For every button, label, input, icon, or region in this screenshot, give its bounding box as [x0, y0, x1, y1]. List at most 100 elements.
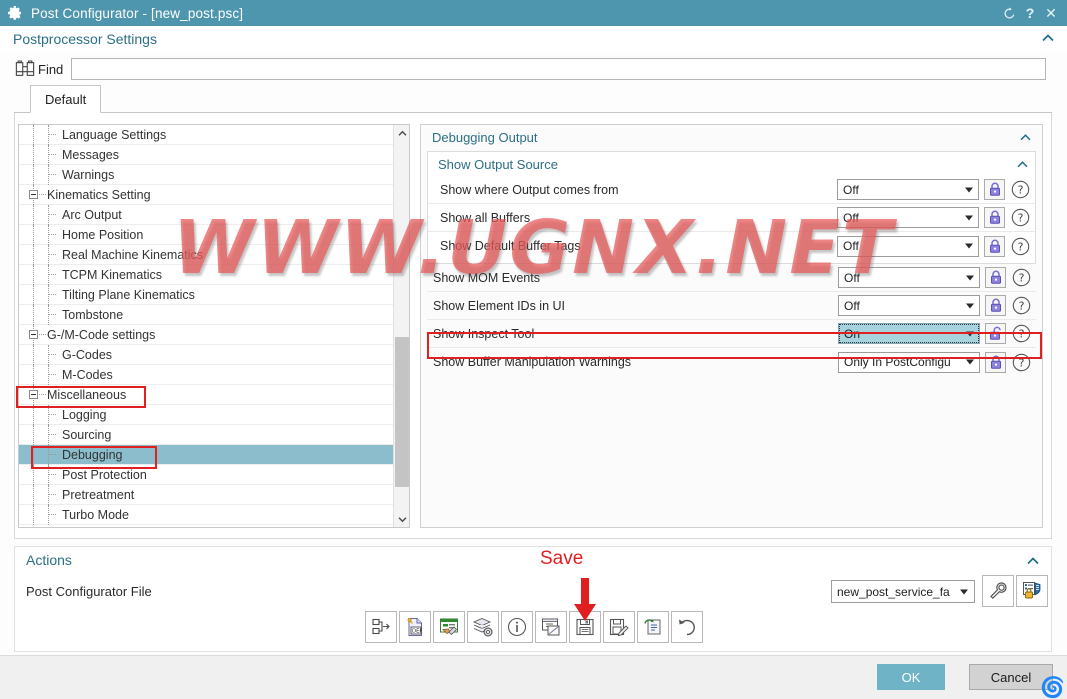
chevron-up-icon[interactable] — [1041, 30, 1055, 48]
tree-collapse-icon[interactable] — [29, 330, 38, 339]
tree-elbow — [49, 134, 56, 135]
post-file-select[interactable]: new_post_service_fa — [831, 580, 975, 603]
actions-chevron-up-icon[interactable] — [1026, 553, 1040, 571]
tree-elbow — [49, 474, 56, 475]
copy-edit-icon[interactable] — [535, 611, 567, 643]
tree-collapse-icon[interactable] — [29, 390, 38, 399]
tree-item-label: Logging — [62, 407, 107, 422]
protection-icon[interactable] — [1016, 575, 1048, 607]
tree-item-language-settings[interactable]: Language Settings — [19, 125, 394, 145]
actions-title: Actions — [26, 552, 72, 568]
help-circle-icon[interactable]: ? — [1010, 207, 1031, 228]
tree-item-arc-output[interactable]: Arc Output — [19, 205, 394, 225]
scroll-up-icon[interactable] — [394, 125, 409, 141]
option-label: Show all Buffers — [440, 210, 531, 225]
tree-guide-line — [33, 365, 34, 385]
tree-item-tombstone[interactable]: Tombstone — [19, 305, 394, 325]
tree-guide-line — [48, 425, 49, 445]
option-select-show-element-ids-in-ui[interactable]: Off — [838, 295, 980, 316]
option-select-show-inspect-tool[interactable]: On — [838, 323, 980, 344]
panel-chevron-up-icon[interactable] — [1019, 130, 1032, 145]
tree-item-debugging[interactable]: Debugging — [19, 445, 394, 465]
tree-item-real-machine-kinematics[interactable]: Real Machine Kinematics — [19, 245, 394, 265]
help-circle-icon[interactable]: ? — [1011, 352, 1032, 373]
help-circle-icon[interactable]: ? — [1010, 179, 1031, 200]
tree-item-sourcing[interactable]: Sourcing — [19, 425, 394, 445]
option-select-value: On — [844, 326, 861, 341]
option-select-show-where-output-comes-from[interactable]: Off — [837, 179, 979, 200]
lock-closed-icon[interactable] — [985, 267, 1006, 288]
tab-strip: Default — [14, 85, 1052, 113]
tree-item-g-codes[interactable]: G-Codes — [19, 345, 394, 365]
option-select-show-default-buffer-tags[interactable]: Off — [837, 235, 979, 257]
scroll-down-icon[interactable] — [394, 511, 409, 527]
def-file-icon[interactable]: DEF — [399, 611, 431, 643]
wrench-icon[interactable] — [982, 575, 1014, 607]
tree-guide-line — [33, 305, 34, 325]
option-label: Show where Output comes from — [440, 182, 619, 197]
ok-button[interactable]: OK — [877, 664, 945, 690]
help-circle-icon[interactable]: ? — [1011, 267, 1032, 288]
tree-item-tcpm-kinematics[interactable]: TCPM Kinematics — [19, 265, 394, 285]
option-select-value: Off — [844, 298, 860, 313]
tree-item-g-m-code-settings[interactable]: G-/M-Code settings — [19, 325, 394, 345]
close-icon[interactable]: ✕ — [1041, 2, 1061, 24]
find-input[interactable] — [71, 58, 1047, 80]
show-output-source-group: Show Output Source Show where Output com… — [427, 151, 1036, 264]
tree-collapse-icon[interactable] — [29, 190, 38, 199]
actions-subtitle: Post Configurator File — [26, 584, 152, 599]
option-row-show-buffer-manipulation-warnings: Show Buffer Manipulation Warnings Only In… — [427, 348, 1036, 376]
tree-item-kinematics-setting[interactable]: Kinematics Setting — [19, 185, 394, 205]
tree-guide-line — [48, 265, 49, 285]
option-label: Show Inspect Tool — [433, 326, 535, 341]
post-configurator-window: Post Configurator - [new_post.psc] ? ✕ P… — [0, 0, 1067, 699]
option-select-show-mom-events[interactable]: Off — [838, 267, 980, 288]
edit-ui-icon[interactable] — [433, 611, 465, 643]
tree-item-miscellaneous[interactable]: Miscellaneous — [19, 385, 394, 405]
undo-icon[interactable] — [671, 611, 703, 643]
help-circle-icon[interactable]: ? — [1011, 295, 1032, 316]
lock-closed-icon[interactable] — [984, 207, 1005, 228]
scrollbar-thumb[interactable] — [395, 337, 409, 487]
option-label: Show MOM Events — [433, 270, 540, 285]
info-icon[interactable] — [501, 611, 533, 643]
tree-item-m-codes[interactable]: M-Codes — [19, 365, 394, 385]
tree-item-messages[interactable]: Messages — [19, 145, 394, 165]
help-icon[interactable]: ? — [1020, 2, 1040, 24]
tree-item-post-protection[interactable]: Post Protection — [19, 465, 394, 485]
tree-guide-line — [48, 285, 49, 305]
chevron-down-icon — [966, 331, 974, 336]
option-select-show-buffer-manipulation-warnings[interactable]: Only In PostConfigu — [838, 351, 980, 373]
export-structure-icon[interactable] — [365, 611, 397, 643]
tree-item-pretreatment[interactable]: Pretreatment — [19, 485, 394, 505]
reset-icon[interactable] — [999, 2, 1019, 24]
tree-item-home-position[interactable]: Home Position — [19, 225, 394, 245]
lock-closed-icon[interactable] — [985, 295, 1006, 316]
tree-item-label: Turbo Mode — [62, 507, 129, 522]
binoculars-icon — [15, 60, 35, 76]
option-row-show-default-buffer-tags: Show Default Buffer Tags Off? — [428, 232, 1035, 260]
tree-guide-line — [33, 265, 34, 285]
option-select-value: Off — [843, 182, 859, 197]
tab-default[interactable]: Default — [30, 85, 102, 113]
reload-file-icon[interactable] — [637, 611, 669, 643]
settings-tree[interactable]: Language Settings Messages Warnings Kinemat… — [18, 124, 410, 528]
lock-closed-icon[interactable] — [984, 235, 1005, 257]
chevron-down-icon — [965, 215, 973, 220]
tree-item-logging[interactable]: Logging — [19, 405, 394, 425]
tree-item-turbo-mode[interactable]: Turbo Mode — [19, 505, 394, 525]
save-as-icon[interactable] — [603, 611, 635, 643]
lock-open-icon[interactable] — [985, 323, 1006, 344]
tree-item-label: Warnings — [62, 167, 115, 182]
lock-closed-icon[interactable] — [985, 351, 1006, 373]
tree-scrollbar[interactable] — [393, 125, 409, 527]
tree-item-warnings[interactable]: Warnings — [19, 165, 394, 185]
help-circle-icon[interactable]: ? — [1010, 236, 1031, 257]
lock-closed-icon[interactable] — [984, 179, 1005, 200]
tree-item-tilting-plane-kinematics[interactable]: Tilting Plane Kinematics — [19, 285, 394, 305]
layers-settings-icon[interactable] — [467, 611, 499, 643]
help-circle-icon[interactable]: ? — [1011, 323, 1032, 344]
option-select-show-all-buffers[interactable]: Off — [837, 207, 979, 228]
window-title: Post Configurator - [new_post.psc] — [31, 5, 244, 21]
subgroup-chevron-up-icon[interactable] — [1016, 157, 1029, 172]
